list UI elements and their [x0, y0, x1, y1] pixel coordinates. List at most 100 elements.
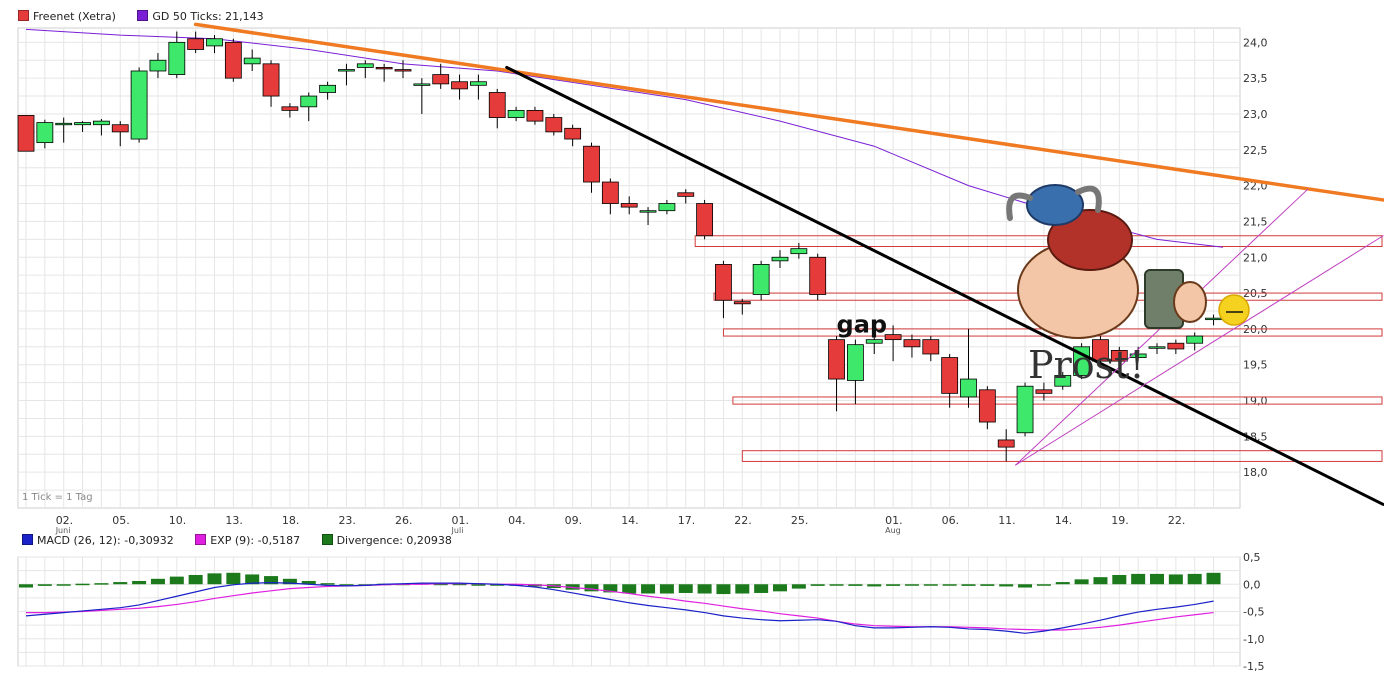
divergence-bar	[1074, 579, 1089, 585]
candle-body	[206, 38, 223, 47]
divergence-bar	[1018, 584, 1033, 588]
divergence-bar	[886, 584, 901, 586]
candle-body	[375, 67, 393, 70]
candle-body	[17, 115, 35, 152]
divergence-bar	[904, 584, 919, 586]
legend-swatch-exp	[195, 534, 207, 545]
legend-item-price: Freenet (Xetra)	[18, 10, 116, 23]
macd-y-tick-label: -0,5	[1243, 606, 1264, 619]
x-tick-month: Aug	[885, 526, 901, 535]
candle-body	[1148, 346, 1166, 349]
candle-body	[865, 339, 883, 344]
divergence-bar	[150, 578, 165, 585]
x-tick-label: 22.	[734, 514, 752, 527]
macd-y-tick-label: 0,0	[1243, 578, 1261, 591]
candle-body	[696, 203, 713, 237]
divergence-bar	[867, 584, 882, 587]
candle-body	[960, 378, 977, 398]
candle-body	[1186, 335, 1204, 344]
x-tick-label: 25.	[791, 514, 809, 527]
price-panel: 24,023,523,022,522,021,521,020,520,019,5…	[17, 22, 1384, 535]
legend-price: Freenet (Xetra) GD 50 Ticks: 21,143	[18, 10, 282, 23]
candle-body	[978, 389, 996, 423]
sticker-helmet	[1026, 184, 1084, 226]
candle-body	[338, 69, 355, 72]
divergence-bar	[37, 584, 52, 586]
x-tick-label: 18.	[282, 514, 300, 527]
divergence-bar	[207, 573, 222, 585]
candle-body	[243, 57, 261, 65]
candle-body	[828, 339, 845, 380]
divergence-bar	[622, 584, 637, 594]
candle-body	[281, 106, 299, 111]
legend-swatch-price	[18, 10, 29, 21]
x-tick-label: 06.	[942, 514, 960, 527]
candle-body	[526, 109, 544, 122]
candle-body	[1016, 385, 1034, 434]
x-tick-label: 13.	[225, 514, 243, 527]
candle-body	[658, 203, 676, 212]
y-tick-label: 19,5	[1243, 359, 1268, 372]
divergence-bar	[999, 584, 1014, 587]
candle-body	[488, 92, 506, 118]
candle-body	[394, 69, 412, 72]
divergence-bar	[641, 584, 656, 594]
candle-body	[300, 95, 318, 108]
divergence-bar	[56, 584, 71, 586]
divergence-bar	[1055, 582, 1070, 585]
divergence-bar	[1187, 573, 1202, 585]
divergence-bar	[754, 584, 769, 593]
legend-label-macd: MACD (26, 12): -0,30932	[37, 534, 174, 547]
candle-body	[771, 256, 789, 262]
x-tick-label: 14.	[621, 514, 639, 527]
y-tick-label: 18,0	[1243, 466, 1268, 479]
candle-body	[1205, 317, 1222, 321]
divergence-bar	[94, 583, 109, 585]
candle-body	[601, 181, 619, 204]
macd-y-tick-label: 0,5	[1243, 551, 1261, 564]
legend-item-ma: GD 50 Ticks: 21,143	[137, 10, 264, 23]
legend-swatch-macd	[22, 534, 33, 545]
legend-swatch-ma	[137, 10, 149, 21]
divergence-bar	[697, 584, 712, 594]
divergence-bar	[188, 574, 203, 585]
candle-body	[941, 357, 959, 394]
x-tick-label: 11.	[998, 514, 1016, 527]
y-tick-label: 21,5	[1243, 215, 1268, 228]
sticker-text: Prost!	[1028, 343, 1145, 387]
candle-body	[432, 74, 450, 85]
legend-item-macd: MACD (26, 12): -0,30932	[22, 534, 174, 547]
x-tick-label: 17.	[678, 514, 696, 527]
candle-body	[149, 59, 167, 72]
divergence-bar	[1206, 572, 1221, 585]
x-tick-label: 05.	[112, 514, 130, 527]
divergence-bar	[810, 584, 825, 586]
x-tick-label: 14.	[1055, 514, 1073, 527]
legend-label-ma: GD 50 Ticks: 21,143	[152, 10, 264, 23]
macd-y-tick-label: -1,5	[1243, 660, 1264, 673]
candle-body	[36, 122, 54, 144]
divergence-bar	[19, 584, 33, 588]
candle-body	[111, 124, 129, 133]
last-price-marker	[1218, 294, 1250, 326]
divergence-bar	[132, 580, 147, 585]
candle-body	[262, 63, 280, 97]
candle-body	[564, 127, 582, 140]
legend-macd: MACD (26, 12): -0,30932 EXP (9): -0,5187…	[22, 534, 470, 547]
candle-body	[187, 38, 205, 50]
divergence-bar	[942, 584, 957, 586]
tick-note: 1 Tick = 1 Tag	[22, 492, 93, 503]
divergence-bar	[320, 583, 335, 585]
divergence-bar	[1150, 573, 1164, 585]
divergence-bar	[848, 584, 863, 586]
candle-body	[55, 122, 73, 126]
divergence-bar	[1093, 577, 1108, 585]
divergence-bar	[226, 572, 241, 585]
divergence-bar	[980, 584, 995, 586]
x-tick-label: 22.	[1168, 514, 1186, 527]
x-tick-label: 19.	[1111, 514, 1129, 527]
candle-body	[922, 339, 940, 355]
gap-annotation: gap	[837, 310, 888, 338]
candle-body	[583, 145, 600, 183]
candle-body	[168, 41, 186, 75]
